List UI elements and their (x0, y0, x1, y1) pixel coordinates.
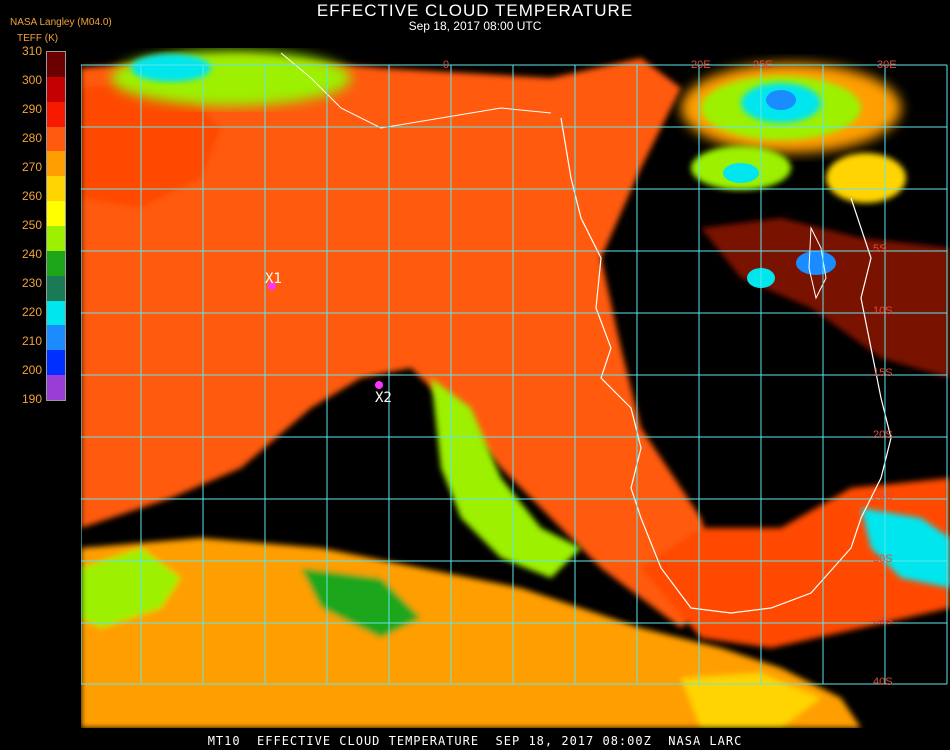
satellite-map: 0 5S 10S 15S 20S 25S 30S 35S 40S 20E 25E 30E X1 X2 (81, 48, 950, 728)
latitude-label: 0 (443, 59, 449, 71)
colorbar-segment (47, 275, 65, 302)
colorbar-segment (47, 52, 65, 78)
colorbar-tick-label: 280 (21, 131, 42, 145)
source-label: NASA Langley (M04.0) (10, 17, 112, 28)
colorbar-segment (47, 151, 65, 177)
colorbar-tick-label: 220 (21, 305, 42, 319)
colorbar-segment (47, 250, 65, 277)
colorbar-segment (47, 325, 65, 351)
site-marker-label: X1 (265, 271, 282, 287)
colorbar-tick-label: 200 (21, 363, 42, 377)
colorbar-tick-label: 210 (21, 334, 42, 348)
colorbar-segment (47, 375, 65, 401)
colorbar-tick-label: 290 (21, 102, 42, 116)
colorbar-segment (47, 126, 65, 152)
latitude-label: 30S (873, 553, 893, 565)
colorbar-segment (47, 226, 65, 252)
colorbar-segment (47, 176, 65, 202)
colorbar-segment (47, 350, 65, 376)
latitude-label: 5S (873, 243, 886, 255)
colorbar-segment (47, 76, 65, 103)
longitude-label: 20E (691, 59, 711, 71)
site-marker-dot (375, 381, 383, 389)
colorbar-unit-label: TEFF (K) (17, 33, 59, 44)
longitude-label: 25E (753, 59, 773, 71)
colorbar-tick-label: 270 (21, 160, 42, 174)
colorbar-tick-label: 250 (21, 218, 42, 232)
latitude-label: 20S (873, 429, 893, 441)
latitude-label: 15S (873, 367, 893, 379)
colorbar-tick-label: 190 (21, 392, 42, 406)
map-title: EFFECTIVE CLOUD TEMPERATURE (316, 1, 634, 20)
colorbar-tick-label: 230 (21, 276, 42, 290)
latitude-label: 25S (873, 491, 893, 503)
colorbar-segment (47, 201, 65, 227)
colorbar-segment (47, 300, 65, 326)
latitude-label: 10S (873, 305, 893, 317)
longitude-label: 30E (877, 59, 897, 71)
site-marker-label: X2 (375, 390, 392, 406)
colorbar-segment (47, 101, 65, 128)
colorbar-tick-label: 300 (21, 73, 42, 87)
colorbar-tick-label: 310 (21, 44, 42, 58)
map-timestamp: Sep 18, 2017 08:00 UTC (408, 19, 542, 33)
colorbar (46, 51, 66, 401)
colorbar-tick-label: 260 (21, 189, 42, 203)
footer-caption: MT10 EFFECTIVE CLOUD TEMPERATURE SEP 18,… (207, 734, 743, 748)
latitude-label: 40S (873, 676, 893, 688)
latitude-label: 35S (873, 615, 893, 627)
colorbar-tick-label: 240 (21, 247, 42, 261)
